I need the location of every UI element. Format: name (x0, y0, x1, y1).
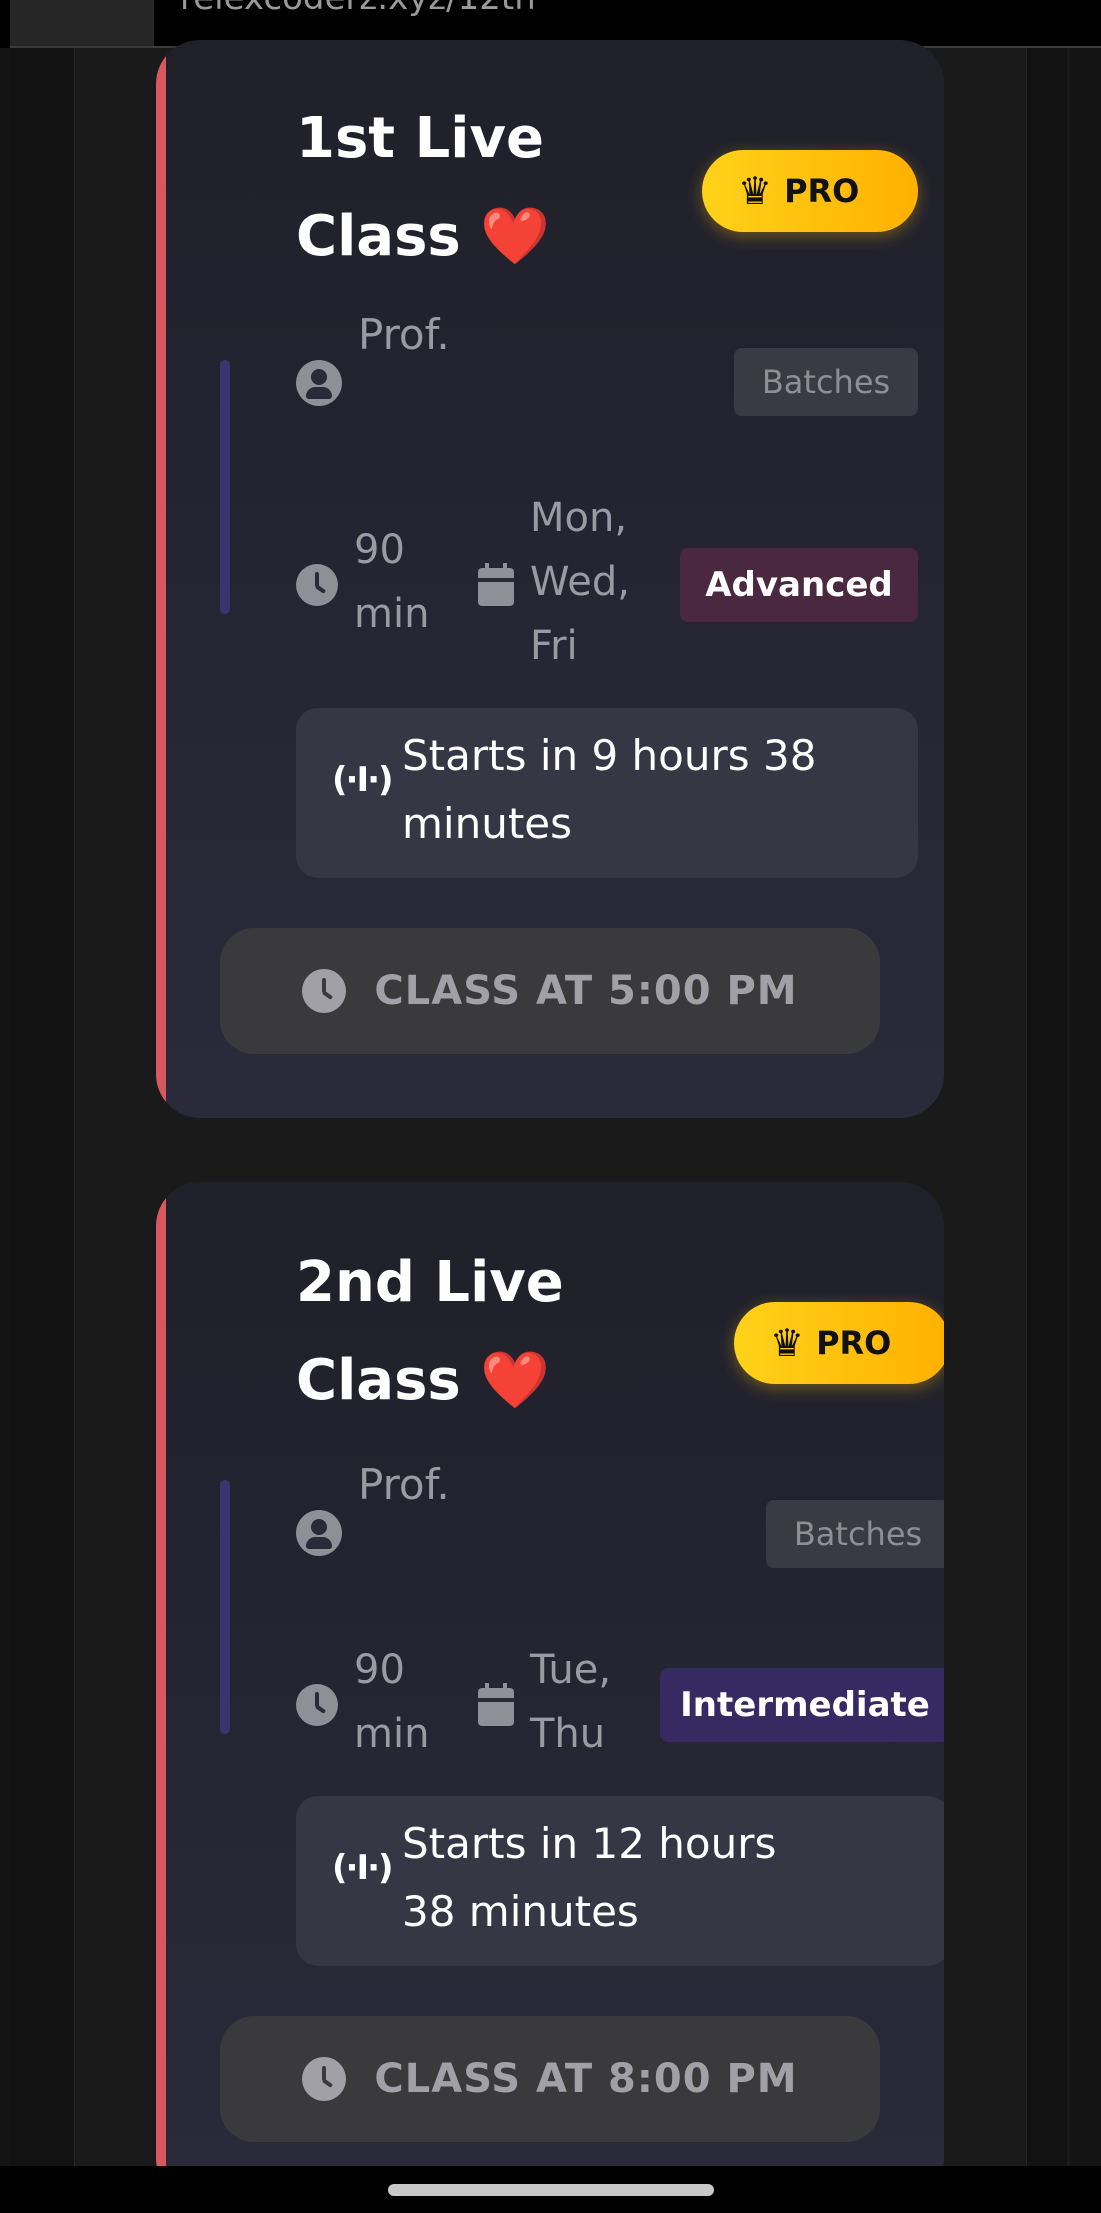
calendar-icon (478, 1683, 514, 1726)
clock-icon (302, 2057, 347, 2101)
card-title-line2: Class (296, 1348, 461, 1413)
schedule-day: Fri (530, 623, 578, 669)
right-gutter (1026, 48, 1067, 2166)
pro-badge: ♛ PRO (702, 150, 918, 232)
schedule-day: Wed, (530, 559, 630, 605)
heart-icon: ❤️ (480, 204, 550, 269)
broadcast-icon: (·I·) (332, 1848, 394, 1888)
pro-badge: ♛ PRO (734, 1302, 944, 1384)
card-accent-bar (156, 1182, 166, 2202)
browser-url-text[interactable]: relexcoderz.xyz/12th (180, 0, 536, 18)
left-gutter (10, 48, 75, 2166)
schedule-days: Tue, Thu (530, 1638, 611, 1766)
class-time-button[interactable]: CLASS AT 8:00 PM (220, 2016, 880, 2142)
pro-badge-label: PRO (816, 1324, 892, 1362)
level-badge: Advanced (680, 548, 918, 622)
broadcast-icon: (·I·) (332, 760, 394, 800)
batches-button[interactable]: Batches (766, 1500, 944, 1568)
browser-tab-button[interactable] (10, 0, 154, 46)
heart-icon: ❤️ (480, 1348, 550, 1413)
schedule-day: Thu (530, 1711, 606, 1757)
countdown-box: (·I·) Starts in 9 hours 38 minutes (296, 708, 918, 878)
batches-button[interactable]: Batches (734, 348, 918, 416)
pro-badge-label: PRO (784, 172, 860, 210)
duration-clock-icon (296, 1684, 338, 1726)
duration-text: 90 min (354, 518, 429, 646)
duration-number: 90 (354, 527, 405, 573)
class-time-label: CLASS AT 8:00 PM (374, 2056, 798, 2102)
system-navigation-bar (0, 2166, 1101, 2213)
professor-avatar-icon (296, 360, 342, 406)
countdown-text: Starts in 12 hours 38 minutes (402, 1819, 777, 1936)
professor-name: Prof. (358, 310, 450, 359)
duration-number: 90 (354, 1647, 405, 1693)
crown-icon: ♛ (770, 1321, 805, 1365)
class-time-label: CLASS AT 5:00 PM (374, 968, 798, 1014)
professor-name: Prof. (358, 1460, 450, 1509)
card-accent-bar (156, 40, 166, 1118)
level-badge: Intermediate (660, 1668, 944, 1742)
class-time-button[interactable]: CLASS AT 5:00 PM (220, 928, 880, 1054)
card-title-line2: Class (296, 204, 461, 269)
duration-text: 90 min (354, 1638, 429, 1766)
card-info-divider (220, 360, 230, 614)
calendar-icon (478, 563, 514, 606)
card-title: 2nd Live Class ❤️ (296, 1234, 564, 1430)
crown-icon: ♛ (738, 169, 773, 213)
card-title: 1st Live Class ❤️ (296, 90, 550, 286)
countdown-box: (·I·) Starts in 12 hours 38 minutes (296, 1796, 944, 1966)
duration-unit: min (354, 1711, 430, 1757)
home-gesture-handle[interactable] (388, 2184, 714, 2196)
schedule-day: Tue, (530, 1647, 612, 1693)
duration-unit: min (354, 591, 430, 637)
live-class-card: 1st Live Class ❤️ ♛ PRO Prof. Batches 90… (156, 40, 944, 1118)
schedule-day: Mon, (530, 495, 628, 541)
live-class-card: 2nd Live Class ❤️ ♛ PRO Prof. Batches 90… (156, 1182, 944, 2202)
countdown-text: Starts in 9 hours 38 minutes (402, 731, 817, 848)
card-title-line1: 1st Live (296, 106, 544, 171)
card-info-divider (220, 1480, 230, 1734)
duration-clock-icon (296, 564, 338, 606)
card-title-line1: 2nd Live (296, 1250, 564, 1315)
clock-icon (302, 969, 347, 1013)
schedule-days: Mon, Wed, Fri (530, 486, 630, 678)
professor-avatar-icon (296, 1510, 342, 1556)
